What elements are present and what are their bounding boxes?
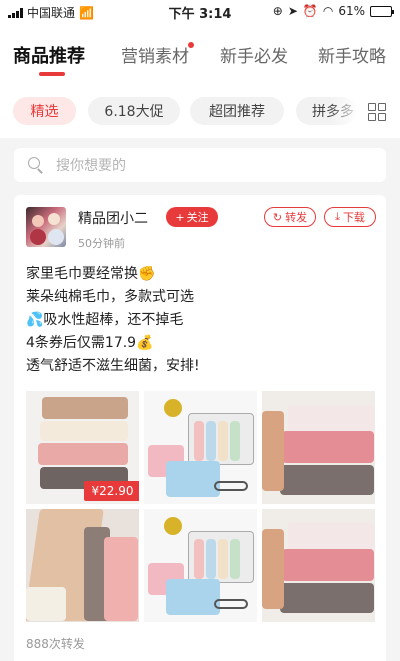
forward-label: 转发	[285, 211, 308, 224]
avatar[interactable]	[26, 207, 66, 247]
download-button[interactable]: ⤓ 下载	[324, 207, 376, 227]
chip-super-group[interactable]: 超团推荐	[190, 97, 284, 125]
active-tab-indicator	[39, 72, 65, 76]
post-text-line: 4条券后仅需17.9💰	[26, 335, 154, 351]
follow-button[interactable]: + 关注	[166, 207, 218, 227]
post-time: 50分钟前	[78, 237, 125, 250]
download-icon: ⤓	[335, 210, 340, 223]
product-image[interactable]	[262, 391, 375, 504]
lock-rotation-icon: ⊕	[272, 4, 283, 18]
grid-menu-icon[interactable]	[368, 103, 386, 121]
post-text-line: 家里毛巾要经常换✊	[26, 266, 156, 282]
price-tag: ¥22.90	[84, 481, 139, 501]
location-icon: ➤	[287, 4, 298, 18]
chip-featured[interactable]: 精选	[13, 97, 76, 125]
battery-percent: 61%	[338, 4, 365, 18]
search-placeholder: 搜你想要的	[56, 158, 126, 174]
search-icon	[28, 157, 44, 173]
alarm-icon: ⏰	[302, 4, 318, 18]
top-tabs: 商品推荐 营销素材 新手必发 新手攻略	[0, 24, 400, 86]
tab-product-recommend[interactable]: 商品推荐	[13, 42, 85, 68]
product-image[interactable]	[26, 509, 139, 622]
post-text: 家里毛巾要经常换✊ 莱朵纯棉毛巾，多款式可选 💦吸水性超棒，还不掉毛 4条券后仅…	[26, 263, 376, 378]
share-icon: ↻	[272, 210, 283, 224]
product-image[interactable]	[262, 509, 375, 622]
chips-fade	[330, 86, 360, 138]
search-bar[interactable]: 搜你想要的	[14, 148, 386, 182]
post-card: 精品团小二 + 关注 50分钟前 ↻ 转发 ⤓ 下载 家里毛巾要经常换✊ 莱朵纯棉毛巾…	[14, 195, 386, 661]
status-right: ⊕ ➤ ⏰ ◠ 61%	[272, 4, 394, 18]
post-text-line: 莱朵纯棉毛巾，多款式可选	[26, 289, 194, 305]
follow-label: 关注	[186, 211, 209, 224]
post-text-line: 透气舒适不滋生细菌，安排!	[26, 358, 200, 374]
tab-newbie-must-post[interactable]: 新手必发	[220, 42, 288, 67]
product-image[interactable]	[144, 391, 257, 504]
forward-button[interactable]: ↻ 转发	[264, 207, 316, 227]
product-image[interactable]	[144, 509, 257, 622]
author-name[interactable]: 精品团小二	[78, 208, 148, 228]
download-label: 下载	[342, 211, 365, 224]
forward-count: 888次转发	[26, 637, 85, 651]
headphones-icon: ◠	[322, 4, 334, 18]
plus-icon: +	[175, 210, 185, 224]
tab-newbie-guide[interactable]: 新手攻略	[318, 42, 386, 67]
post-text-line: 💦吸水性超棒，还不掉毛	[26, 312, 184, 328]
tab-notification-dot	[188, 42, 194, 48]
filter-chips: 精选 6.18大促 超团推荐 拼多多	[0, 86, 400, 138]
battery-icon	[370, 5, 394, 17]
tab-marketing-material[interactable]: 营销素材	[121, 42, 189, 67]
status-bar: 中国联通 📶 下午 3:14 ⊕ ➤ ⏰ ◠ 61%	[0, 0, 400, 24]
chip-618-promo[interactable]: 6.18大促	[88, 97, 180, 125]
product-image[interactable]: ¥22.90	[26, 391, 139, 504]
